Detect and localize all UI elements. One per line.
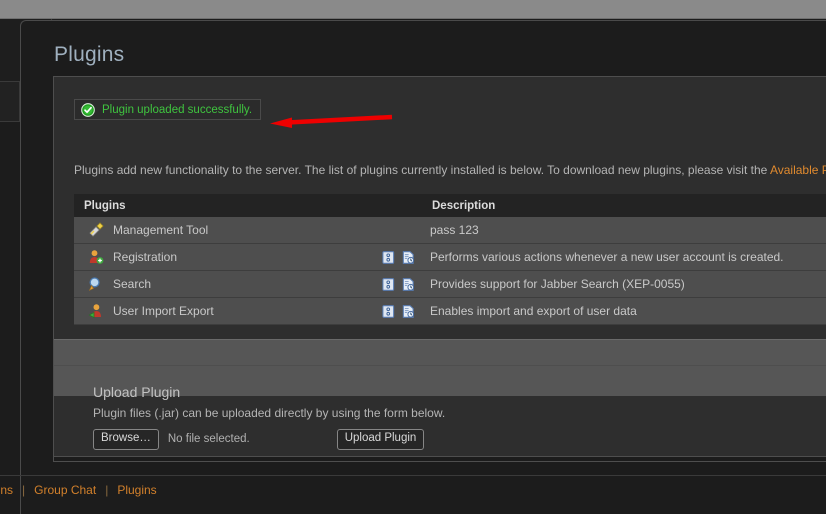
table-row[interactable]: Search Provides support for Jabber Searc… <box>74 270 826 298</box>
plugin-description-cell: Enables import and export of user data <box>422 297 826 325</box>
plugin-actions-cell <box>374 243 422 271</box>
success-alert-text: Plugin uploaded successfully. <box>102 103 253 116</box>
plugin-name-label: Registration <box>113 250 178 264</box>
available-plugins-link[interactable]: Available P <box>770 163 826 177</box>
plugin-description-cell: Performs various actions whenever a new … <box>422 243 826 271</box>
intro-paragraph: Plugins add new functionality to the ser… <box>74 163 826 177</box>
table-row[interactable]: User Import Export Enables import and ex… <box>74 297 826 325</box>
content-shell: Plugins Plugin uploaded successfully. Pl… <box>20 20 826 514</box>
plugin-actions-cell <box>374 297 422 325</box>
changelog-document-icon[interactable] <box>402 250 415 265</box>
table-header-row: Plugins Description <box>74 194 826 217</box>
app-frame: Plugins Plugin uploaded successfully. Pl… <box>0 19 826 514</box>
plugin-name-cell: Search <box>74 270 374 298</box>
info-document-icon[interactable] <box>382 250 395 265</box>
plugin-description-cell: Provides support for Jabber Search (XEP-… <box>422 270 826 298</box>
info-document-icon[interactable] <box>382 304 395 319</box>
footer-link-plugins[interactable]: Plugins <box>108 483 165 497</box>
magnifier-icon <box>88 277 100 291</box>
browser-chrome-bar <box>0 0 826 19</box>
upload-heading: Upload Plugin <box>93 384 181 400</box>
changelog-document-icon[interactable] <box>402 304 415 319</box>
footer-divider <box>0 475 826 476</box>
column-header-description: Description <box>422 194 826 217</box>
upload-plugin-section: Upload Plugin Plugin files (.jar) can be… <box>73 384 826 450</box>
info-document-icon[interactable] <box>382 277 395 292</box>
footer-nav: sions | Group Chat | Plugins <box>0 483 166 497</box>
changelog-document-icon[interactable] <box>402 277 415 292</box>
page-title: Plugins <box>54 43 125 66</box>
user-export-icon <box>88 304 101 319</box>
column-header-actions <box>374 194 422 217</box>
plugins-table: Plugins Description Management Tool pass… <box>74 194 826 325</box>
plugin-actions-cell <box>374 217 422 244</box>
wrench-tool-icon <box>89 222 104 237</box>
upload-description: Plugin files (.jar) can be uploaded dire… <box>93 406 446 420</box>
upload-controls: Browse… No file selected. Upload Plugin <box>93 429 826 450</box>
footer-link-sessions[interactable]: sions <box>0 483 22 497</box>
intro-text-body: Plugins add new functionality to the ser… <box>74 163 770 177</box>
table-row[interactable]: Management Tool pass 123 <box>74 217 826 244</box>
table-row[interactable]: Registration Performs various actions wh… <box>74 243 826 271</box>
upload-plugin-button[interactable]: Upload Plugin <box>336 429 425 450</box>
plugin-name-label: User Import Export <box>113 304 214 318</box>
user-add-icon <box>89 250 104 264</box>
footer-link-group-chat[interactable]: Group Chat <box>25 483 105 497</box>
plugin-actions-cell <box>374 270 422 298</box>
plugin-name-cell: Registration <box>74 243 374 271</box>
file-status-label: No file selected. <box>167 433 250 446</box>
plugin-description-cell: pass 123 <box>422 217 826 244</box>
success-alert: Plugin uploaded successfully. <box>74 99 262 120</box>
plugin-name-cell: Management Tool <box>74 217 374 244</box>
plugin-name-cell: User Import Export <box>74 297 374 325</box>
success-check-icon <box>81 102 95 117</box>
column-header-plugins: Plugins <box>74 194 374 217</box>
browse-button[interactable]: Browse… <box>93 429 159 450</box>
plugin-name-label: Management Tool <box>113 223 209 237</box>
plugin-name-label: Search <box>113 277 152 291</box>
